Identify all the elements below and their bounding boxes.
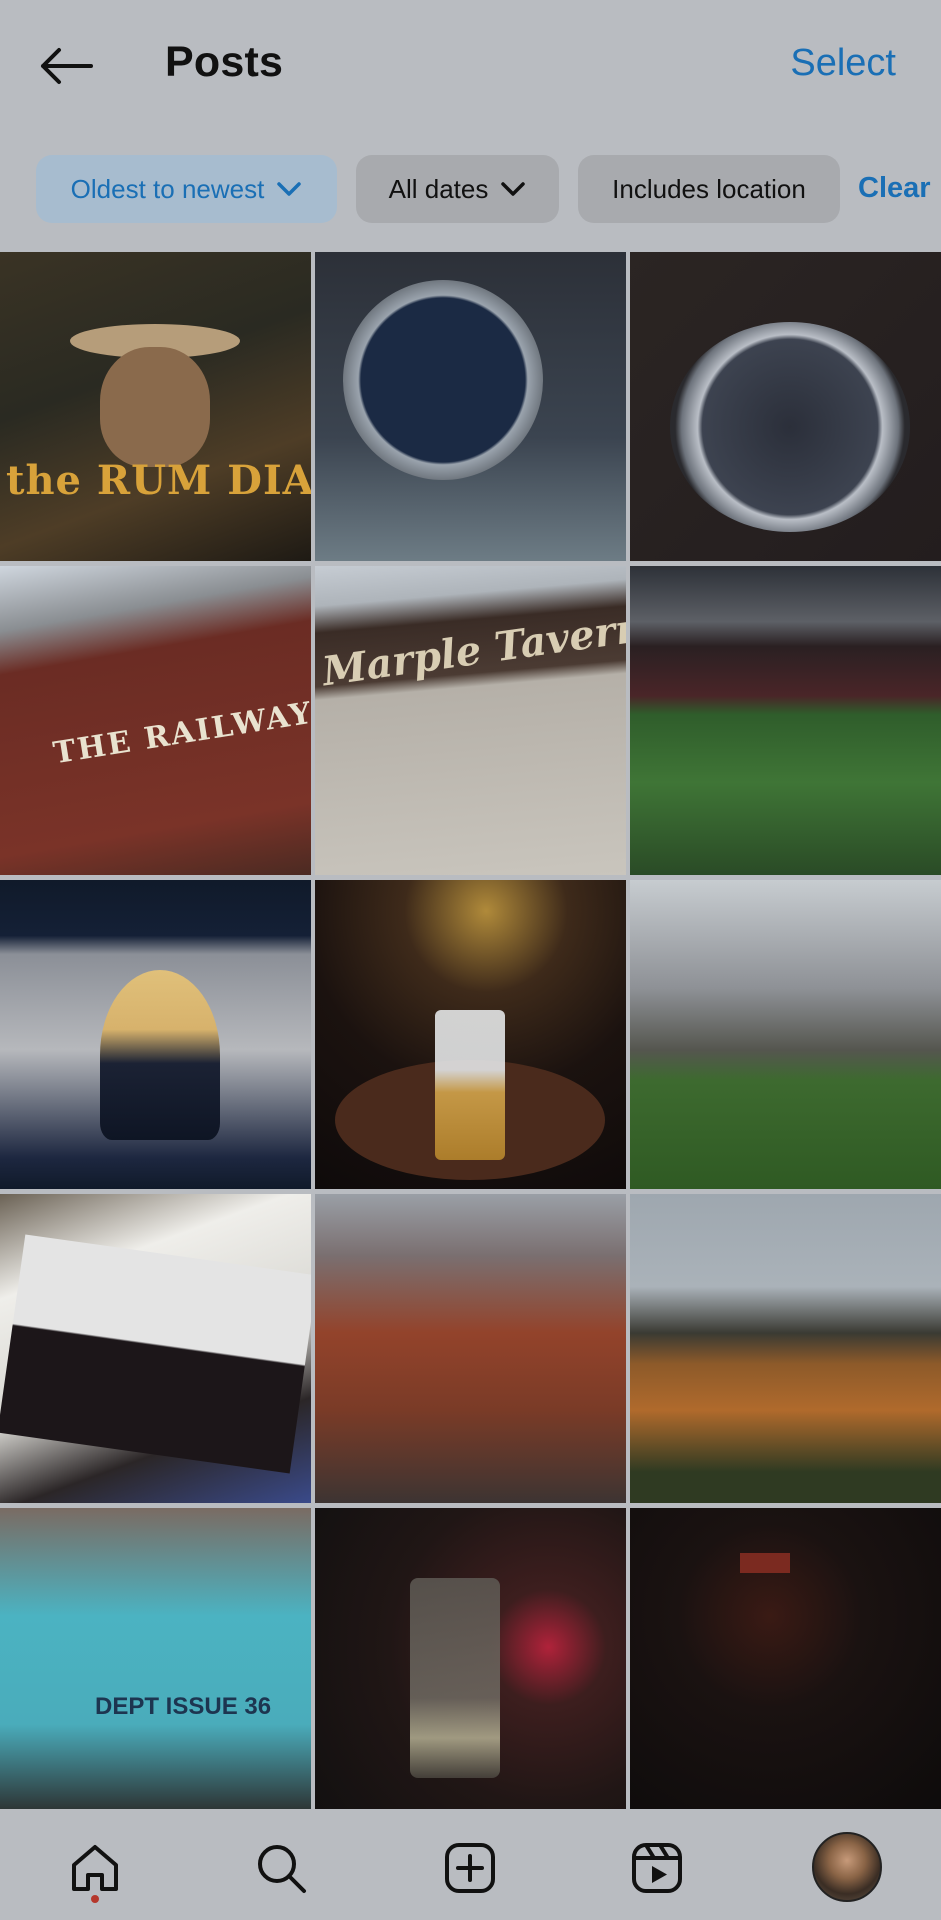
post-thumbnail[interactable] bbox=[0, 880, 311, 1189]
chevron-down-icon bbox=[277, 182, 302, 196]
location-filter-label: Includes location bbox=[612, 173, 806, 204]
avatar[interactable] bbox=[812, 1832, 882, 1902]
post-thumbnail[interactable] bbox=[630, 566, 941, 875]
back-button[interactable] bbox=[30, 40, 100, 92]
post-thumbnail[interactable] bbox=[630, 1194, 941, 1503]
arrow-left-icon bbox=[41, 48, 93, 84]
reels-icon bbox=[632, 1843, 682, 1893]
post-thumbnail[interactable] bbox=[630, 880, 941, 1189]
post-thumbnail[interactable] bbox=[315, 1508, 626, 1809]
nav-reels-button[interactable] bbox=[627, 1838, 687, 1898]
nav-create-button[interactable] bbox=[440, 1838, 500, 1898]
photo-detail bbox=[670, 322, 910, 532]
post-caption-text: DEPT ISSUE 36 bbox=[95, 1693, 272, 1720]
sort-filter-label: Oldest to newest bbox=[70, 173, 265, 204]
filter-bar: Oldest to newest All dates Includes loca… bbox=[0, 155, 941, 225]
post-caption-text: Marple Tavern bbox=[319, 603, 626, 696]
post-thumbnail[interactable]: Marple Tavern bbox=[315, 566, 626, 875]
posts-grid: the RUM DIARY THE RAILWAY Marple Tavern … bbox=[0, 252, 941, 1809]
page-title: Posts bbox=[165, 38, 284, 86]
post-thumbnail[interactable]: DEPT ISSUE 36 bbox=[0, 1508, 311, 1809]
photo-detail bbox=[100, 970, 220, 1140]
post-caption-text: THE RAILWAY bbox=[50, 695, 311, 772]
photo-detail bbox=[410, 1578, 500, 1778]
nav-search-button[interactable] bbox=[251, 1838, 311, 1898]
nav-home-button[interactable] bbox=[65, 1838, 125, 1898]
header: Posts Select bbox=[0, 0, 941, 130]
home-icon bbox=[72, 1845, 118, 1891]
post-thumbnail[interactable] bbox=[315, 880, 626, 1189]
sort-filter-chip[interactable]: Oldest to newest bbox=[36, 155, 337, 223]
photo-detail bbox=[0, 1234, 311, 1474]
dates-filter-label: All dates bbox=[388, 173, 489, 204]
post-thumbnail[interactable]: the RUM DIARY bbox=[0, 252, 311, 561]
photo-detail bbox=[343, 280, 543, 480]
plus-square-icon bbox=[445, 1843, 495, 1893]
photo-detail bbox=[435, 1010, 505, 1160]
dates-filter-chip[interactable]: All dates bbox=[356, 155, 559, 223]
notification-dot bbox=[91, 1895, 99, 1903]
photo-detail bbox=[100, 347, 210, 467]
post-thumbnail[interactable]: THE RAILWAY bbox=[0, 566, 311, 875]
chevron-down-icon bbox=[501, 182, 526, 196]
post-thumbnail[interactable] bbox=[630, 252, 941, 561]
post-thumbnail[interactable] bbox=[315, 252, 626, 561]
photo-detail bbox=[740, 1553, 790, 1573]
search-icon bbox=[258, 1845, 306, 1893]
select-button[interactable]: Select bbox=[790, 42, 896, 85]
location-filter-chip[interactable]: Includes location bbox=[578, 155, 840, 223]
post-thumbnail[interactable] bbox=[315, 1194, 626, 1503]
bottom-navigation bbox=[0, 1810, 941, 1920]
post-caption-text: the RUM DIARY bbox=[6, 457, 311, 504]
clear-filters-button[interactable]: Clear bbox=[858, 172, 931, 205]
post-thumbnail[interactable] bbox=[630, 1508, 941, 1809]
post-thumbnail[interactable] bbox=[0, 1194, 311, 1503]
